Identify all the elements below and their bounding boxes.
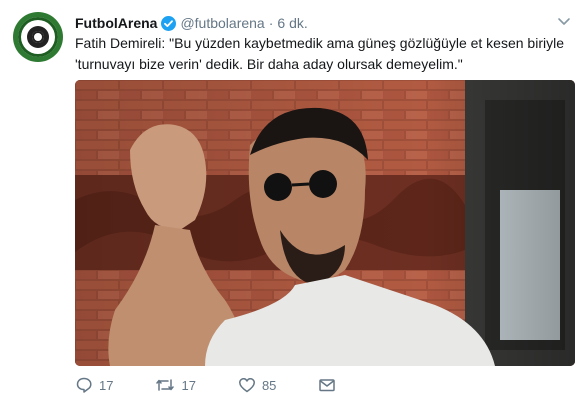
verified-badge-icon — [161, 15, 177, 31]
tweet-actions: 17 17 85 — [75, 373, 336, 397]
direct-message-button[interactable] — [318, 376, 336, 394]
author-name[interactable]: FutbolArena — [75, 15, 157, 31]
like-button[interactable]: 85 — [238, 376, 276, 394]
avatar[interactable] — [13, 12, 63, 62]
tweet-header: FutbolArena @futbolarena · 6 dk. — [75, 14, 308, 32]
tweet-media-image[interactable] — [75, 80, 575, 366]
tweet-text: Fatih Demireli: "Bu yüzden kaybetmedik a… — [75, 35, 564, 72]
football-icon — [27, 26, 49, 48]
tweet-timestamp[interactable]: 6 dk. — [277, 15, 307, 31]
retweet-count: 17 — [181, 377, 196, 393]
like-count: 85 — [261, 377, 277, 393]
header-separator: · — [268, 15, 274, 31]
reply-icon — [76, 377, 92, 393]
heart-icon — [238, 378, 255, 393]
retweet-icon — [156, 379, 175, 391]
reply-count: 17 — [99, 377, 114, 393]
author-handle[interactable]: @futbolarena — [180, 15, 264, 31]
envelope-icon — [319, 379, 336, 392]
chevron-down-icon[interactable] — [557, 14, 571, 28]
reply-button[interactable]: 17 — [75, 376, 113, 394]
retweet-button[interactable]: 17 — [155, 376, 196, 394]
media-illustration — [75, 80, 575, 366]
